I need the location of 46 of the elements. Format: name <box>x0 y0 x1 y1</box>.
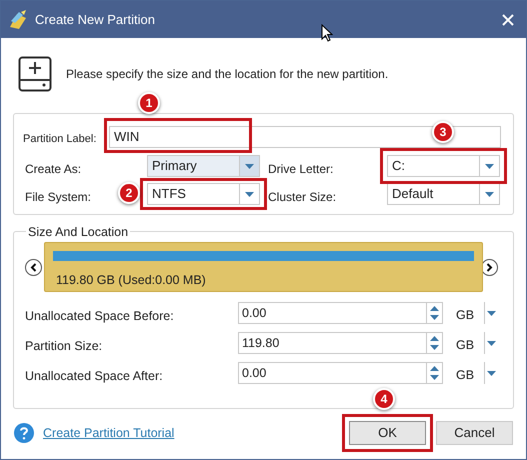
close-icon[interactable] <box>502 14 514 26</box>
dropdown[interactable]: NTFS <box>147 183 260 205</box>
spin-arrows-icon[interactable] <box>430 336 439 350</box>
dropdown-caret-icon <box>487 340 496 346</box>
spin-box[interactable]: 119.80 <box>238 332 443 354</box>
help-icon[interactable] <box>14 423 34 443</box>
chevron-left-icon <box>30 263 37 272</box>
tutorial-link[interactable]: Create Partition Tutorial <box>43 424 174 442</box>
field-label: Cluster Size: <box>268 189 336 206</box>
unit-label: GB <box>456 307 474 324</box>
dropdown-caret-icon <box>487 310 496 316</box>
dropdown-caret-icon <box>487 370 496 376</box>
step-number-marker: 1 <box>138 92 160 114</box>
step-number-marker: 4 <box>373 388 395 410</box>
dropdown-caret-icon <box>245 164 254 168</box>
dropdown[interactable]: Primary <box>147 155 260 177</box>
spin-box[interactable]: 0.00 <box>238 362 443 384</box>
dropdown[interactable]: C: <box>387 155 500 177</box>
disk-add-icon <box>18 56 52 92</box>
dropdown-caret-icon <box>245 192 254 196</box>
app-icon <box>7 8 29 30</box>
dropdown-caret-icon <box>485 192 494 196</box>
field-label: Partition Label: <box>23 132 96 147</box>
spin-box[interactable]: 0.00 <box>238 302 443 324</box>
spin-arrows-icon[interactable] <box>430 306 439 320</box>
field-label: Drive Letter: <box>268 161 334 178</box>
window-title: Create New Partition <box>35 10 155 29</box>
mouse-cursor-icon <box>321 24 333 42</box>
dropdown-caret-icon <box>485 164 494 168</box>
partition-size-text: 119.80 GB (Used:0.00 MB) <box>56 272 206 289</box>
field-label: Unallocated Space Before: <box>25 308 174 325</box>
unit-label: GB <box>456 367 474 384</box>
unit-label: GB <box>456 337 474 354</box>
spin-arrows-icon[interactable] <box>430 366 439 380</box>
instruction-text: Please specify the size and the location for the new partition. <box>66 66 388 83</box>
step-number-marker: 3 <box>432 121 454 143</box>
dialog-button[interactable]: Cancel <box>436 421 513 445</box>
field-label: Unallocated Space After: <box>25 368 163 385</box>
dropdown[interactable]: Default <box>387 183 500 205</box>
step-number-marker: 2 <box>118 182 140 204</box>
dialog-button[interactable]: OK <box>349 421 426 445</box>
field-label: File System: <box>25 189 92 206</box>
field-label: Partition Size: <box>25 338 102 355</box>
scroll-left-button[interactable] <box>25 259 42 276</box>
field-label: Create As: <box>25 161 82 178</box>
chevron-right-icon <box>486 263 493 272</box>
